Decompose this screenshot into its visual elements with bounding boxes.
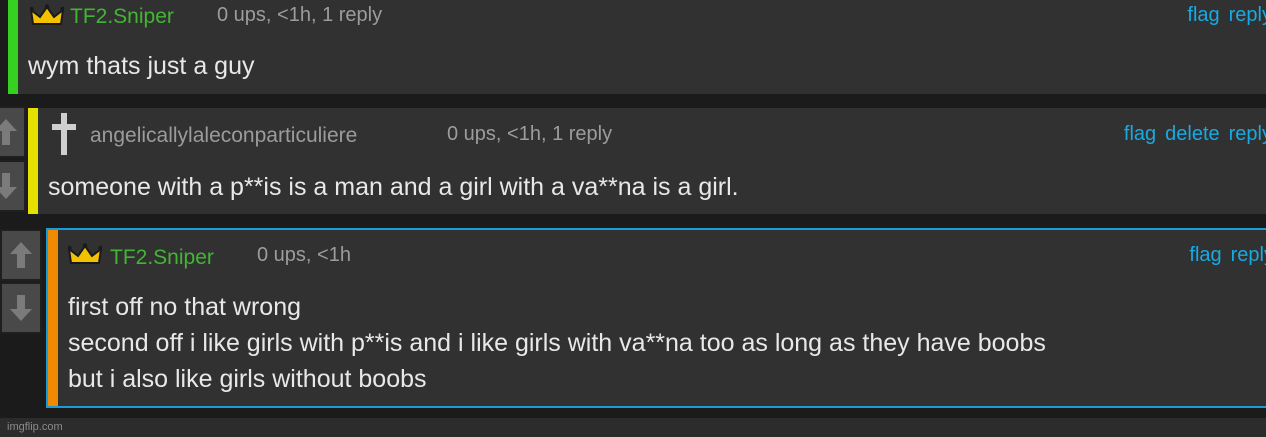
reply-link[interactable]: reply xyxy=(1231,244,1266,266)
comment-actions: flag reply xyxy=(1178,4,1266,27)
comment-body: wym thats just a guy xyxy=(28,48,254,84)
imgflip-watermark: imgflip.com xyxy=(7,421,63,433)
comment-meta: 0 ups, <1h xyxy=(257,244,351,266)
reply-link[interactable]: reply xyxy=(1229,123,1266,145)
downvote-button[interactable] xyxy=(0,282,42,334)
down-arrow-icon xyxy=(0,173,17,199)
comment-body: someone with a p**is is a man and a girl… xyxy=(48,169,739,205)
down-arrow-icon xyxy=(10,295,32,321)
comment-line: second off i like girls with p**is and i… xyxy=(68,329,1046,357)
upvote-button[interactable] xyxy=(0,106,26,158)
flag-link[interactable]: flag xyxy=(1189,244,1221,266)
comment-1: TF2.Sniper 0 ups, <1h, 1 reply flag reply… xyxy=(8,0,1266,94)
username[interactable]: TF2.Sniper xyxy=(110,246,214,270)
comment-line: someone with a p**is is a man and a girl… xyxy=(48,173,739,201)
reply-link[interactable]: reply xyxy=(1229,4,1266,26)
next-comment-edge xyxy=(0,418,1266,437)
comment-line: wym thats just a guy xyxy=(28,52,255,80)
flag-link[interactable]: flag xyxy=(1124,123,1156,145)
delete-link[interactable]: delete xyxy=(1165,123,1220,145)
comment-meta: 0 ups, <1h, 1 reply xyxy=(217,4,383,26)
comment-2-color-bar xyxy=(28,108,38,214)
username[interactable]: angelicallylaleconparticuliere xyxy=(90,124,357,148)
crown-icon xyxy=(29,4,65,31)
comment-3-color-bar xyxy=(48,230,58,406)
up-arrow-icon xyxy=(0,119,17,145)
username[interactable]: TF2.Sniper xyxy=(70,5,174,29)
flag-link[interactable]: flag xyxy=(1187,4,1219,26)
comment-2: angelicallylaleconparticuliere 0 ups, <1… xyxy=(28,108,1266,214)
comment-1-color-bar xyxy=(8,0,18,94)
cross-icon xyxy=(52,113,76,160)
up-arrow-icon xyxy=(10,242,32,268)
comment-body: first off no that wrong second off i lik… xyxy=(68,289,1046,397)
comment-actions: flag delete reply xyxy=(1115,123,1266,146)
comment-3: TF2.Sniper 0 ups, <1h flag reply first of… xyxy=(46,228,1266,408)
comment-line: first off no that wrong xyxy=(68,293,301,321)
crown-icon xyxy=(67,243,103,270)
downvote-button[interactable] xyxy=(0,160,26,212)
comment-actions: flag reply xyxy=(1180,244,1266,267)
comment-line: but i also like girls without boobs xyxy=(68,365,427,393)
comment-meta: 0 ups, <1h, 1 reply xyxy=(447,123,613,145)
upvote-button[interactable] xyxy=(0,229,42,281)
